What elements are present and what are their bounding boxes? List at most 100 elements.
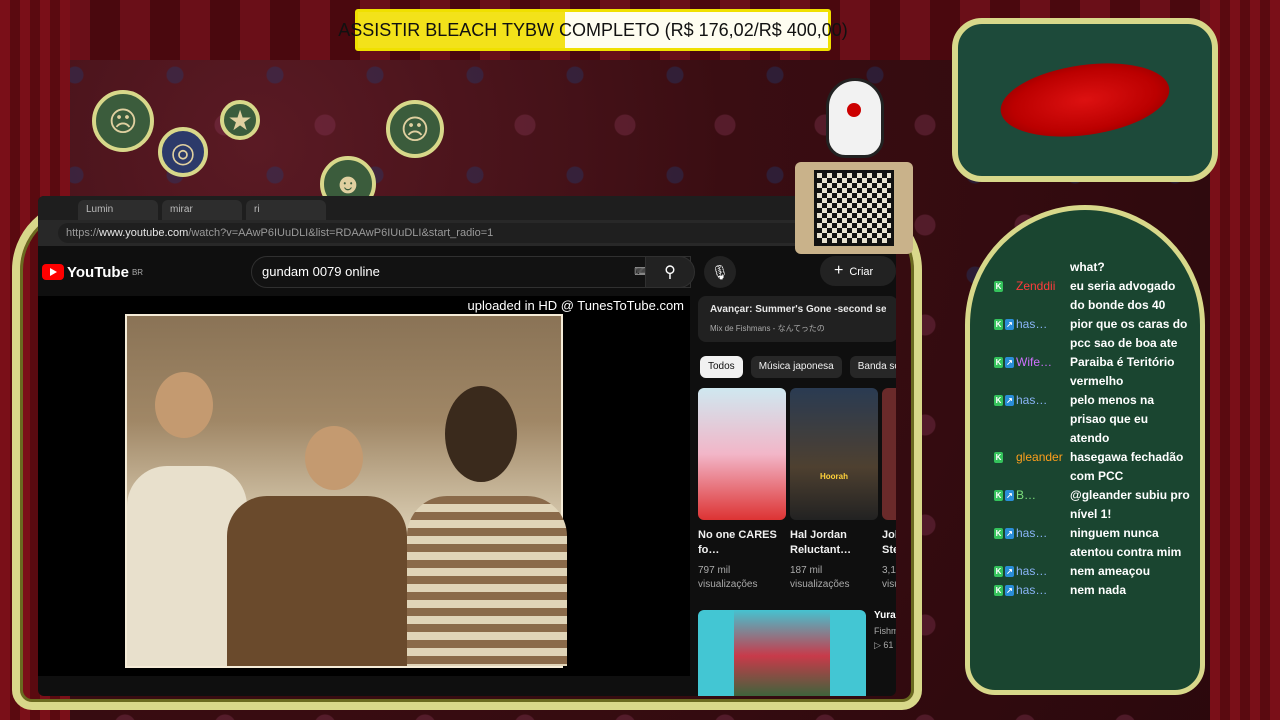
kick-badge-icon: K <box>994 528 1003 539</box>
suggestion-title: Yura <box>874 610 896 621</box>
kick-badge-icon: K <box>994 585 1003 596</box>
chat-badges: K ↗ <box>994 391 1016 448</box>
create-label: Criar <box>849 266 874 278</box>
next-up-card[interactable]: Avançar: Summer's Gone -second season- M… <box>698 296 896 342</box>
prime-badge-icon: ↗ <box>1005 490 1014 501</box>
youtube-header: YouTube BR gundam 0079 online ⌨ ✕ ⚲ 🎙 + C… <box>38 246 896 298</box>
short-views: 3,1 visu… <box>882 565 896 590</box>
voice-search-button[interactable]: 🎙 <box>704 256 736 288</box>
chip-japanese-music[interactable]: Música japonesa <box>750 356 842 378</box>
filter-chips: Todos Música japonesa Banda sonora <box>698 356 896 378</box>
chat-username[interactable]: has… <box>1016 524 1070 562</box>
chat-username[interactable]: has… <box>1016 391 1070 448</box>
person-head <box>155 372 213 438</box>
chat-badges: K ↗ <box>994 486 1016 524</box>
kick-badge-icon: K <box>994 452 1003 463</box>
screaming-face-medallion-icon: ☹ <box>386 100 444 158</box>
qr-code <box>814 170 894 246</box>
person-head <box>445 386 517 482</box>
chat-message: what? <box>994 258 1194 277</box>
person-figure <box>227 496 407 666</box>
jester-mascot <box>826 78 884 158</box>
kick-badge-icon: K <box>994 319 1003 330</box>
kick-badge-icon: K <box>994 566 1003 577</box>
short-card[interactable]: No one CARES fo… 797 mil visualizações <box>698 388 786 592</box>
chat-badges: K ↗ <box>994 315 1016 353</box>
kick-badge-icon: K <box>994 395 1003 406</box>
thumbnail-overlay-text: Hoorah <box>820 472 848 481</box>
chip-all[interactable]: Todos <box>700 356 743 378</box>
chat-text: what? <box>1070 260 1105 274</box>
short-card[interactable]: Joh Ste… 3,1 visu… <box>882 388 896 592</box>
short-title: No one CARES fo… <box>698 529 777 556</box>
chat-message: K Zenddii eu seria advogado do bonde dos 4… <box>994 277 1194 315</box>
short-card[interactable]: Hoorah Hal Jordan Reluctant… 187 mil vis… <box>790 388 878 592</box>
chat-username[interactable]: B… <box>1016 486 1070 524</box>
chat-username[interactable]: gleander <box>1016 448 1070 486</box>
red-eye-icon <box>995 53 1175 147</box>
suggestion-meta: ▷ 61 <box>874 640 894 650</box>
short-title: Hal Jordan Reluctant… <box>790 529 852 556</box>
tab-strip: Lumin mirar ri <box>38 196 896 220</box>
prime-badge-icon: ↗ <box>1005 566 1014 577</box>
url-field[interactable]: https://www.youtube.com/watch?v=AAwP6IUu… <box>58 223 841 243</box>
face-medallion-icon: ☹ <box>92 90 154 152</box>
youtube-logo[interactable]: YouTube BR <box>42 264 143 281</box>
chat-text: eu seria advogado do bonde dos 40 <box>1070 279 1176 312</box>
prime-badge-icon: ↗ <box>1005 585 1014 596</box>
prime-badge-icon: ↗ <box>1005 319 1014 330</box>
kick-badge-icon: K <box>994 281 1003 292</box>
upload-caption: uploaded in HD @ TunesToTube.com <box>467 298 685 313</box>
url-prefix: https:// <box>66 227 100 239</box>
chat-username[interactable] <box>1016 258 1070 277</box>
short-views: 797 mil visualizações <box>698 565 758 590</box>
browser-tab[interactable]: Lumin <box>78 200 158 220</box>
chat-message: Kgleander hasegawa fechadão com PCC <box>994 448 1194 486</box>
star-medallion-icon: ★ <box>220 100 260 140</box>
spiral-medallion-icon: ◎ <box>158 127 208 177</box>
short-thumbnail: Hoorah <box>790 388 878 520</box>
kick-badge-icon: K <box>994 357 1003 368</box>
suggestion-thumbnail <box>698 610 866 696</box>
microphone-icon: 🎙 <box>711 264 729 280</box>
chat-message: K ↗ B… @gleander subiu pro nível 1! <box>994 486 1194 524</box>
youtube-play-icon <box>42 264 64 280</box>
chat-message: K ↗ has… nem nada <box>994 581 1194 600</box>
chat-username[interactable]: has… <box>1016 562 1070 581</box>
chat-text: nem ameaçou <box>1070 564 1151 578</box>
youtube-wordmark: YouTube <box>67 263 129 281</box>
prime-badge-icon: ↗ <box>1005 528 1014 539</box>
chat-username[interactable]: Wife… <box>1016 353 1070 391</box>
recommendations-column: Avançar: Summer's Gone -second season- M… <box>698 296 896 696</box>
search-button[interactable]: ⚲ <box>645 256 695 288</box>
chat-text: pelo menos na prisao que eu atendo <box>1070 393 1155 445</box>
chat-username[interactable]: has… <box>1016 315 1070 353</box>
curtain-right <box>1210 0 1280 720</box>
person-figure <box>407 496 567 666</box>
thumbnail-art <box>734 610 830 696</box>
chat-badges: K ↗ <box>994 353 1016 391</box>
chat-message: K ↗ has… pelo menos na prisao que eu atendo <box>994 391 1194 448</box>
chat-message: K ↗ has… ninguem nunca atentou contra mim <box>994 524 1194 562</box>
create-button[interactable]: + Criar <box>820 256 896 286</box>
short-title: Joh Ste… <box>882 529 896 556</box>
kick-badge-icon: K <box>994 490 1003 501</box>
region-code: BR <box>131 267 144 277</box>
short-thumbnail <box>882 388 896 520</box>
shorts-row: No one CARES fo… 797 mil visualizações H… <box>698 388 896 592</box>
video-suggestion[interactable]: Yura Fishm ▷ 61 <box>698 610 896 696</box>
chat-username[interactable]: has… <box>1016 581 1070 600</box>
chip-soundtrack[interactable]: Banda sonora <box>849 356 896 378</box>
address-bar: https://www.youtube.com/watch?v=AAwP6IUu… <box>38 220 896 246</box>
chat-badges: K <box>994 448 1016 486</box>
search-input[interactable]: gundam 0079 online ⌨ ✕ <box>251 256 691 288</box>
chat-badges: K <box>994 277 1016 315</box>
prime-badge-icon: ↗ <box>1005 357 1014 368</box>
browser-tab[interactable]: ri <box>246 200 326 220</box>
short-thumbnail <box>698 388 786 520</box>
video-player[interactable]: uploaded in HD @ TunesToTube.com <box>38 296 690 676</box>
prime-badge-icon: ↗ <box>1005 395 1014 406</box>
chat-badges: K ↗ <box>994 562 1016 581</box>
chat-username[interactable]: Zenddii <box>1016 277 1070 315</box>
browser-tab[interactable]: mirar <box>162 200 242 220</box>
